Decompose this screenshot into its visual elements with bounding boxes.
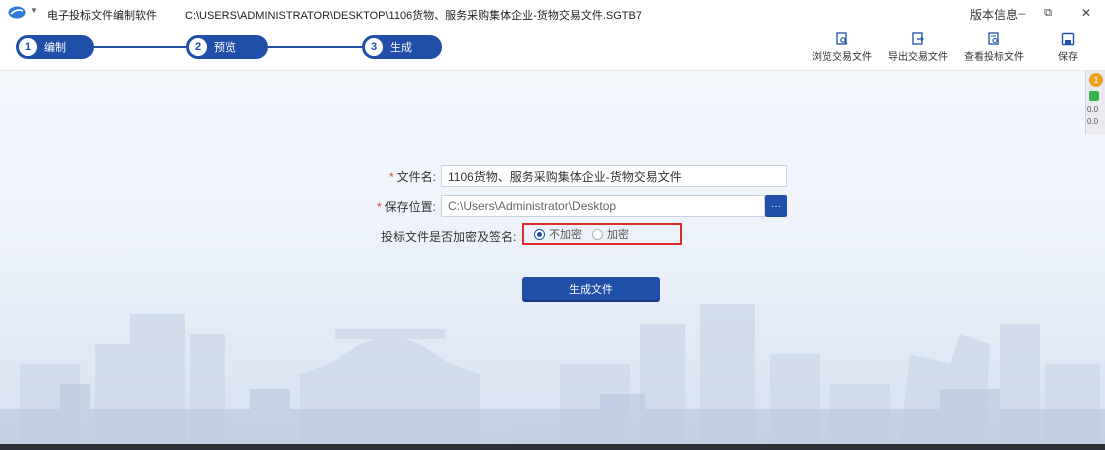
browse-file-icon bbox=[836, 32, 848, 45]
filename-input[interactable]: 1106货物、服务采购集体企业-货物交易文件 bbox=[441, 165, 787, 187]
export-file-icon bbox=[912, 32, 924, 45]
encrypt-label: 投标文件是否加密及签名: bbox=[381, 230, 517, 244]
step-label: 预览 bbox=[214, 42, 236, 54]
save-icon bbox=[1061, 32, 1075, 46]
filename-label-text: 文件名: bbox=[396, 169, 436, 184]
browse-files-button[interactable]: 浏览交易文件 bbox=[810, 30, 874, 68]
export-files-button[interactable]: 导出交易文件 bbox=[886, 30, 950, 68]
app-menu-caret-icon[interactable]: ▼ bbox=[30, 6, 38, 15]
step-number: 3 bbox=[365, 38, 383, 56]
status-green-icon bbox=[1089, 91, 1099, 101]
widget-value: 0.0 bbox=[1087, 117, 1099, 126]
notification-badge: 1 bbox=[1089, 73, 1103, 87]
step-preview[interactable]: 2 预览 bbox=[186, 35, 268, 59]
save-label: 保存 bbox=[1058, 52, 1078, 63]
filename-label: * 文件名: bbox=[380, 168, 436, 185]
encrypt-radio[interactable]: 加密 bbox=[592, 226, 629, 242]
version-info-button[interactable]: 版本信息 bbox=[970, 6, 1018, 23]
city-skyline-background bbox=[0, 304, 1105, 444]
save-location-row: * 保存位置: C:\Users\Administrator\Desktop ··… bbox=[366, 195, 787, 217]
radio-unchecked-icon bbox=[592, 228, 603, 240]
step-edit[interactable]: 1 编制 bbox=[16, 35, 94, 59]
step-number: 1 bbox=[19, 38, 37, 56]
step-label: 编制 bbox=[44, 42, 66, 54]
encrypt-radio-group: 不加密 加密 bbox=[522, 223, 682, 245]
step-connector bbox=[94, 46, 186, 48]
save-location-label-text: 保存位置: bbox=[384, 199, 436, 214]
no-encrypt-radio[interactable]: 不加密 bbox=[534, 226, 582, 242]
title-bar: ▼ 电子投标文件编制软件 C:\USERS\ADMINISTRATOR\DESK… bbox=[0, 0, 1105, 26]
required-mark: * bbox=[388, 169, 394, 184]
save-location-label: * 保存位置: bbox=[366, 198, 436, 215]
radio-checked-icon bbox=[534, 228, 545, 240]
step-generate[interactable]: 3 生成 bbox=[362, 35, 442, 59]
minimize-button[interactable]: – bbox=[1012, 3, 1032, 23]
encrypt-option-label: 加密 bbox=[607, 229, 629, 241]
app-name: 电子投标文件编制软件 bbox=[47, 10, 157, 22]
export-files-label: 导出交易文件 bbox=[888, 52, 948, 63]
no-encrypt-label: 不加密 bbox=[549, 229, 582, 241]
step-label: 生成 bbox=[390, 42, 412, 54]
close-button[interactable]: ✕ bbox=[1076, 3, 1096, 23]
widget-value: 0.0 bbox=[1087, 105, 1099, 114]
view-bid-label: 查看投标文件 bbox=[964, 52, 1024, 63]
step-number: 2 bbox=[189, 38, 207, 56]
browse-files-label: 浏览交易文件 bbox=[812, 52, 872, 63]
side-floating-widget[interactable]: 1 0.0 0.0 bbox=[1085, 71, 1105, 135]
required-mark: * bbox=[376, 199, 382, 214]
generate-file-button[interactable]: 生成文件 bbox=[522, 277, 660, 300]
step-connector bbox=[268, 46, 362, 48]
view-document-icon bbox=[988, 32, 999, 45]
save-location-input[interactable]: C:\Users\Administrator\Desktop bbox=[441, 195, 765, 217]
step-bar: 1 编制 2 预览 3 生成 浏览交易文件 导出交易文件 查看投标文件 保存 bbox=[0, 26, 1105, 71]
taskbar-strip bbox=[0, 444, 1105, 450]
save-button[interactable]: 保存 bbox=[1048, 30, 1088, 68]
app-logo-icon bbox=[8, 6, 26, 19]
main-content: 1 0.0 0.0 * 文件名: 1106货物、服务采购集体企业-货物交易文件 *… bbox=[0, 71, 1105, 444]
filename-row: * 文件名: 1106货物、服务采购集体企业-货物交易文件 bbox=[380, 165, 787, 187]
view-bid-button[interactable]: 查看投标文件 bbox=[962, 30, 1026, 68]
browse-folder-button[interactable]: ··· bbox=[765, 195, 787, 217]
file-path: C:\USERS\ADMINISTRATOR\DESKTOP\1106货物、服务… bbox=[185, 10, 642, 22]
restore-button[interactable]: ⧉ bbox=[1038, 3, 1058, 23]
